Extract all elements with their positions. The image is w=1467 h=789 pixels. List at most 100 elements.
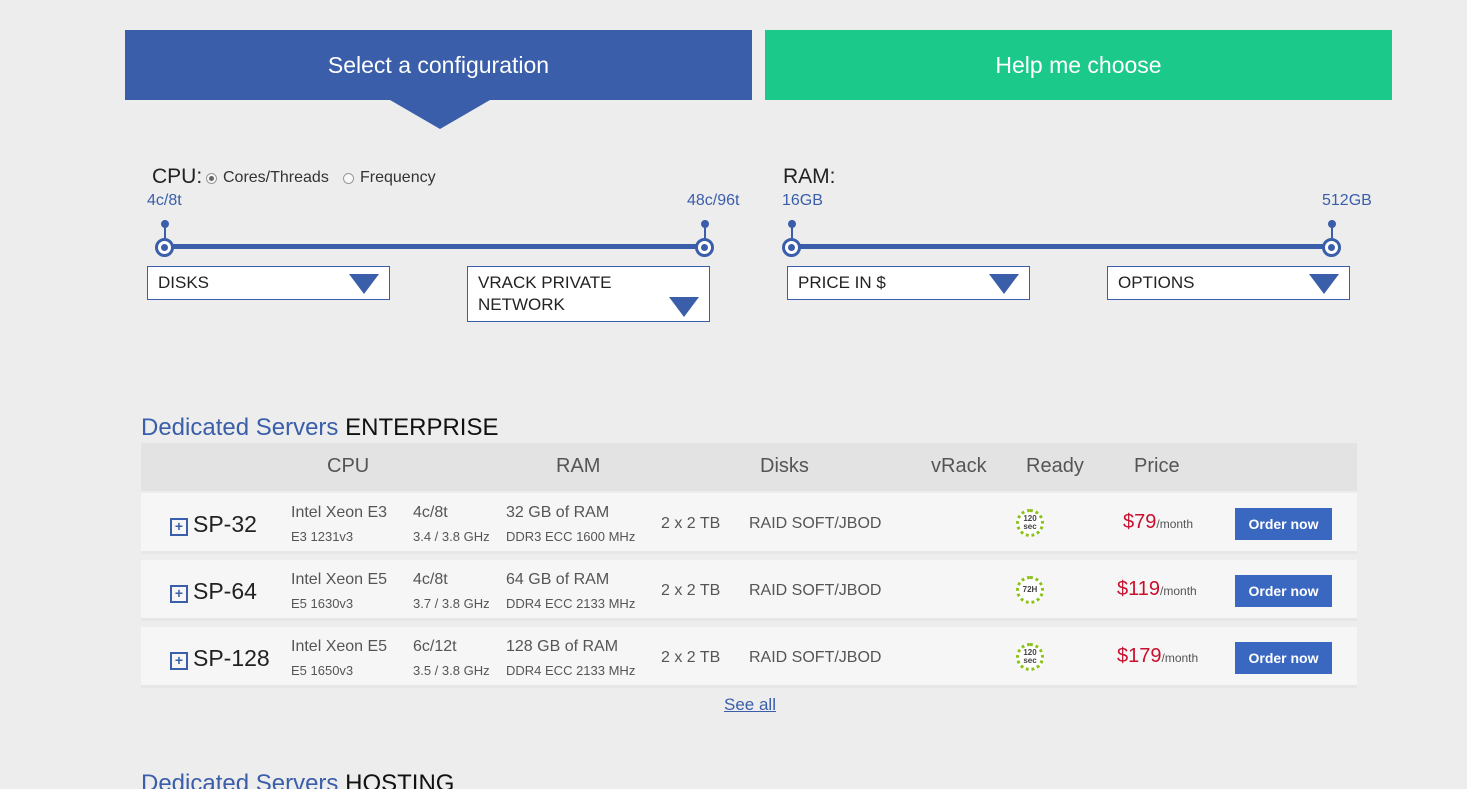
price: $119/month <box>1117 578 1197 601</box>
cpu-min-value: 4c/8t <box>147 192 182 209</box>
section-title-prefix: Dedicated Servers <box>141 414 339 441</box>
chevron-down-icon <box>1309 274 1339 294</box>
radio-frequency-label: Frequency <box>360 169 436 186</box>
tab-active-indicator <box>390 100 490 129</box>
header-vrack: vRack <box>931 455 987 477</box>
cpu-model: Intel Xeon E5 <box>291 571 388 588</box>
cpu-max-value: 48c/96t <box>687 192 740 209</box>
vrack-dropdown[interactable]: VRACK PRIVATE NETWORK <box>467 266 710 322</box>
ram-min-value: 16GB <box>782 192 823 209</box>
cpu-model: Intel Xeon E3 <box>291 504 388 521</box>
expand-icon[interactable]: + <box>170 518 188 536</box>
expand-icon[interactable]: + <box>170 585 188 603</box>
order-now-button[interactable]: Order now <box>1235 575 1332 607</box>
header-cpu: CPU <box>327 455 370 477</box>
price-amount: $119 <box>1117 578 1161 600</box>
tab-select-configuration[interactable]: Select a configuration <box>125 30 752 100</box>
ram-size: 32 GB of RAM <box>506 504 610 521</box>
price-dropdown[interactable]: PRICE IN $ <box>787 266 1030 300</box>
ram-max-tick <box>1328 220 1336 238</box>
cpu-frequency: 3.7 / 3.8 GHz <box>413 596 490 611</box>
cpu-slider-min-handle[interactable] <box>155 238 174 257</box>
cpu-sub: E5 1630v3 <box>291 596 354 611</box>
ram-slider-max-handle[interactable] <box>1322 238 1341 257</box>
ready-clock-icon: 72H <box>1016 576 1044 604</box>
cpu-cores: 4c/8t <box>413 504 448 521</box>
section-title-hosting: Dedicated Servers HOSTING <box>141 770 454 789</box>
cpu-min-tick <box>161 220 169 238</box>
chevron-down-icon <box>669 297 699 317</box>
disks-dropdown-label: DISKS <box>158 273 210 292</box>
radio-cores-threads-button[interactable] <box>206 172 217 184</box>
order-now-button[interactable]: Order now <box>1235 508 1332 540</box>
cpu-sub: E3 1231v3 <box>291 529 354 544</box>
price-period: /month <box>1156 517 1194 531</box>
ram-size: 128 GB of RAM <box>506 638 619 655</box>
options-dropdown-label: OPTIONS <box>1118 273 1195 292</box>
expand-icon[interactable]: + <box>170 652 188 670</box>
cpu-model: Intel Xeon E5 <box>291 638 388 655</box>
raid-type: RAID SOFT/JBOD <box>749 515 882 532</box>
radio-frequency[interactable]: Frequency <box>343 169 436 187</box>
price-amount: $79 <box>1123 511 1157 533</box>
header-disks: Disks <box>760 455 809 477</box>
server-name: SP-32 <box>193 511 257 537</box>
cpu-slider-track[interactable] <box>165 244 705 249</box>
price: $79/month <box>1123 511 1193 534</box>
disks-dropdown[interactable]: DISKS <box>147 266 390 300</box>
section-title-category: HOSTING <box>345 770 455 789</box>
section-title-prefix: Dedicated Servers <box>141 770 339 789</box>
table-row: + SP-64 Intel Xeon E5 E5 1630v3 4c/8t 3.… <box>141 560 1357 621</box>
options-dropdown[interactable]: OPTIONS <box>1107 266 1350 300</box>
cpu-frequency: 3.5 / 3.8 GHz <box>413 663 490 678</box>
ready-clock-icon: 120 sec <box>1016 509 1044 537</box>
ram-max-value: 512GB <box>1322 192 1372 209</box>
price-period: /month <box>1161 651 1199 665</box>
price: $179/month <box>1117 645 1198 668</box>
table-header: CPU RAM Disks vRack Ready Price <box>141 443 1357 491</box>
price-dropdown-label: PRICE IN $ <box>798 273 886 292</box>
chevron-down-icon <box>989 274 1019 294</box>
raid-type: RAID SOFT/JBOD <box>749 582 882 599</box>
cpu-max-tick <box>701 220 709 238</box>
cpu-cores: 4c/8t <box>413 571 448 588</box>
cpu-sub: E5 1650v3 <box>291 663 354 678</box>
ram-type: DDR3 ECC 1600 MHz <box>506 529 636 544</box>
ram-label: RAM: <box>783 165 836 188</box>
header-ready: Ready <box>1026 455 1084 477</box>
tab-help-me-choose[interactable]: Help me choose <box>765 30 1392 100</box>
chevron-down-icon <box>349 274 379 294</box>
disks-size: 2 x 2 TB <box>661 582 721 599</box>
ready-clock-icon: 120 sec <box>1016 643 1044 671</box>
ram-size: 64 GB of RAM <box>506 571 610 588</box>
vrack-dropdown-label: VRACK PRIVATE NETWORK <box>478 273 612 314</box>
section-title-category: ENTERPRISE <box>345 414 499 441</box>
cpu-slider-max-handle[interactable] <box>695 238 714 257</box>
radio-cores-threads-label: Cores/Threads <box>223 169 329 186</box>
order-now-button[interactable]: Order now <box>1235 642 1332 674</box>
header-price: Price <box>1134 455 1180 477</box>
table-row: + SP-32 Intel Xeon E3 E3 1231v3 4c/8t 3.… <box>141 493 1357 554</box>
radio-cores-threads[interactable]: Cores/Threads <box>206 169 329 187</box>
ram-min-tick <box>788 220 796 238</box>
ram-slider-min-handle[interactable] <box>782 238 801 257</box>
disks-size: 2 x 2 TB <box>661 649 721 666</box>
tab-select-label: Select a configuration <box>327 51 550 78</box>
ram-slider-track[interactable] <box>792 244 1332 249</box>
section-title-enterprise: Dedicated Servers ENTERPRISE <box>141 414 498 442</box>
table-row: + SP-128 Intel Xeon E5 E5 1650v3 6c/12t … <box>141 627 1357 688</box>
cpu-label: CPU: <box>152 165 203 188</box>
price-period: /month <box>1160 584 1197 598</box>
see-all-link[interactable]: See all <box>724 695 776 715</box>
disks-size: 2 x 2 TB <box>661 515 721 532</box>
cpu-frequency: 3.4 / 3.8 GHz <box>413 529 490 544</box>
header-ram: RAM <box>556 455 601 477</box>
ram-type: DDR4 ECC 2133 MHz <box>506 596 636 611</box>
server-name: SP-64 <box>193 578 257 604</box>
server-name: SP-128 <box>193 645 270 671</box>
radio-frequency-button[interactable] <box>343 172 354 184</box>
raid-type: RAID SOFT/JBOD <box>749 649 882 666</box>
tab-help-label: Help me choose <box>995 51 1162 78</box>
ram-type: DDR4 ECC 2133 MHz <box>506 663 636 678</box>
price-amount: $179 <box>1117 645 1162 667</box>
